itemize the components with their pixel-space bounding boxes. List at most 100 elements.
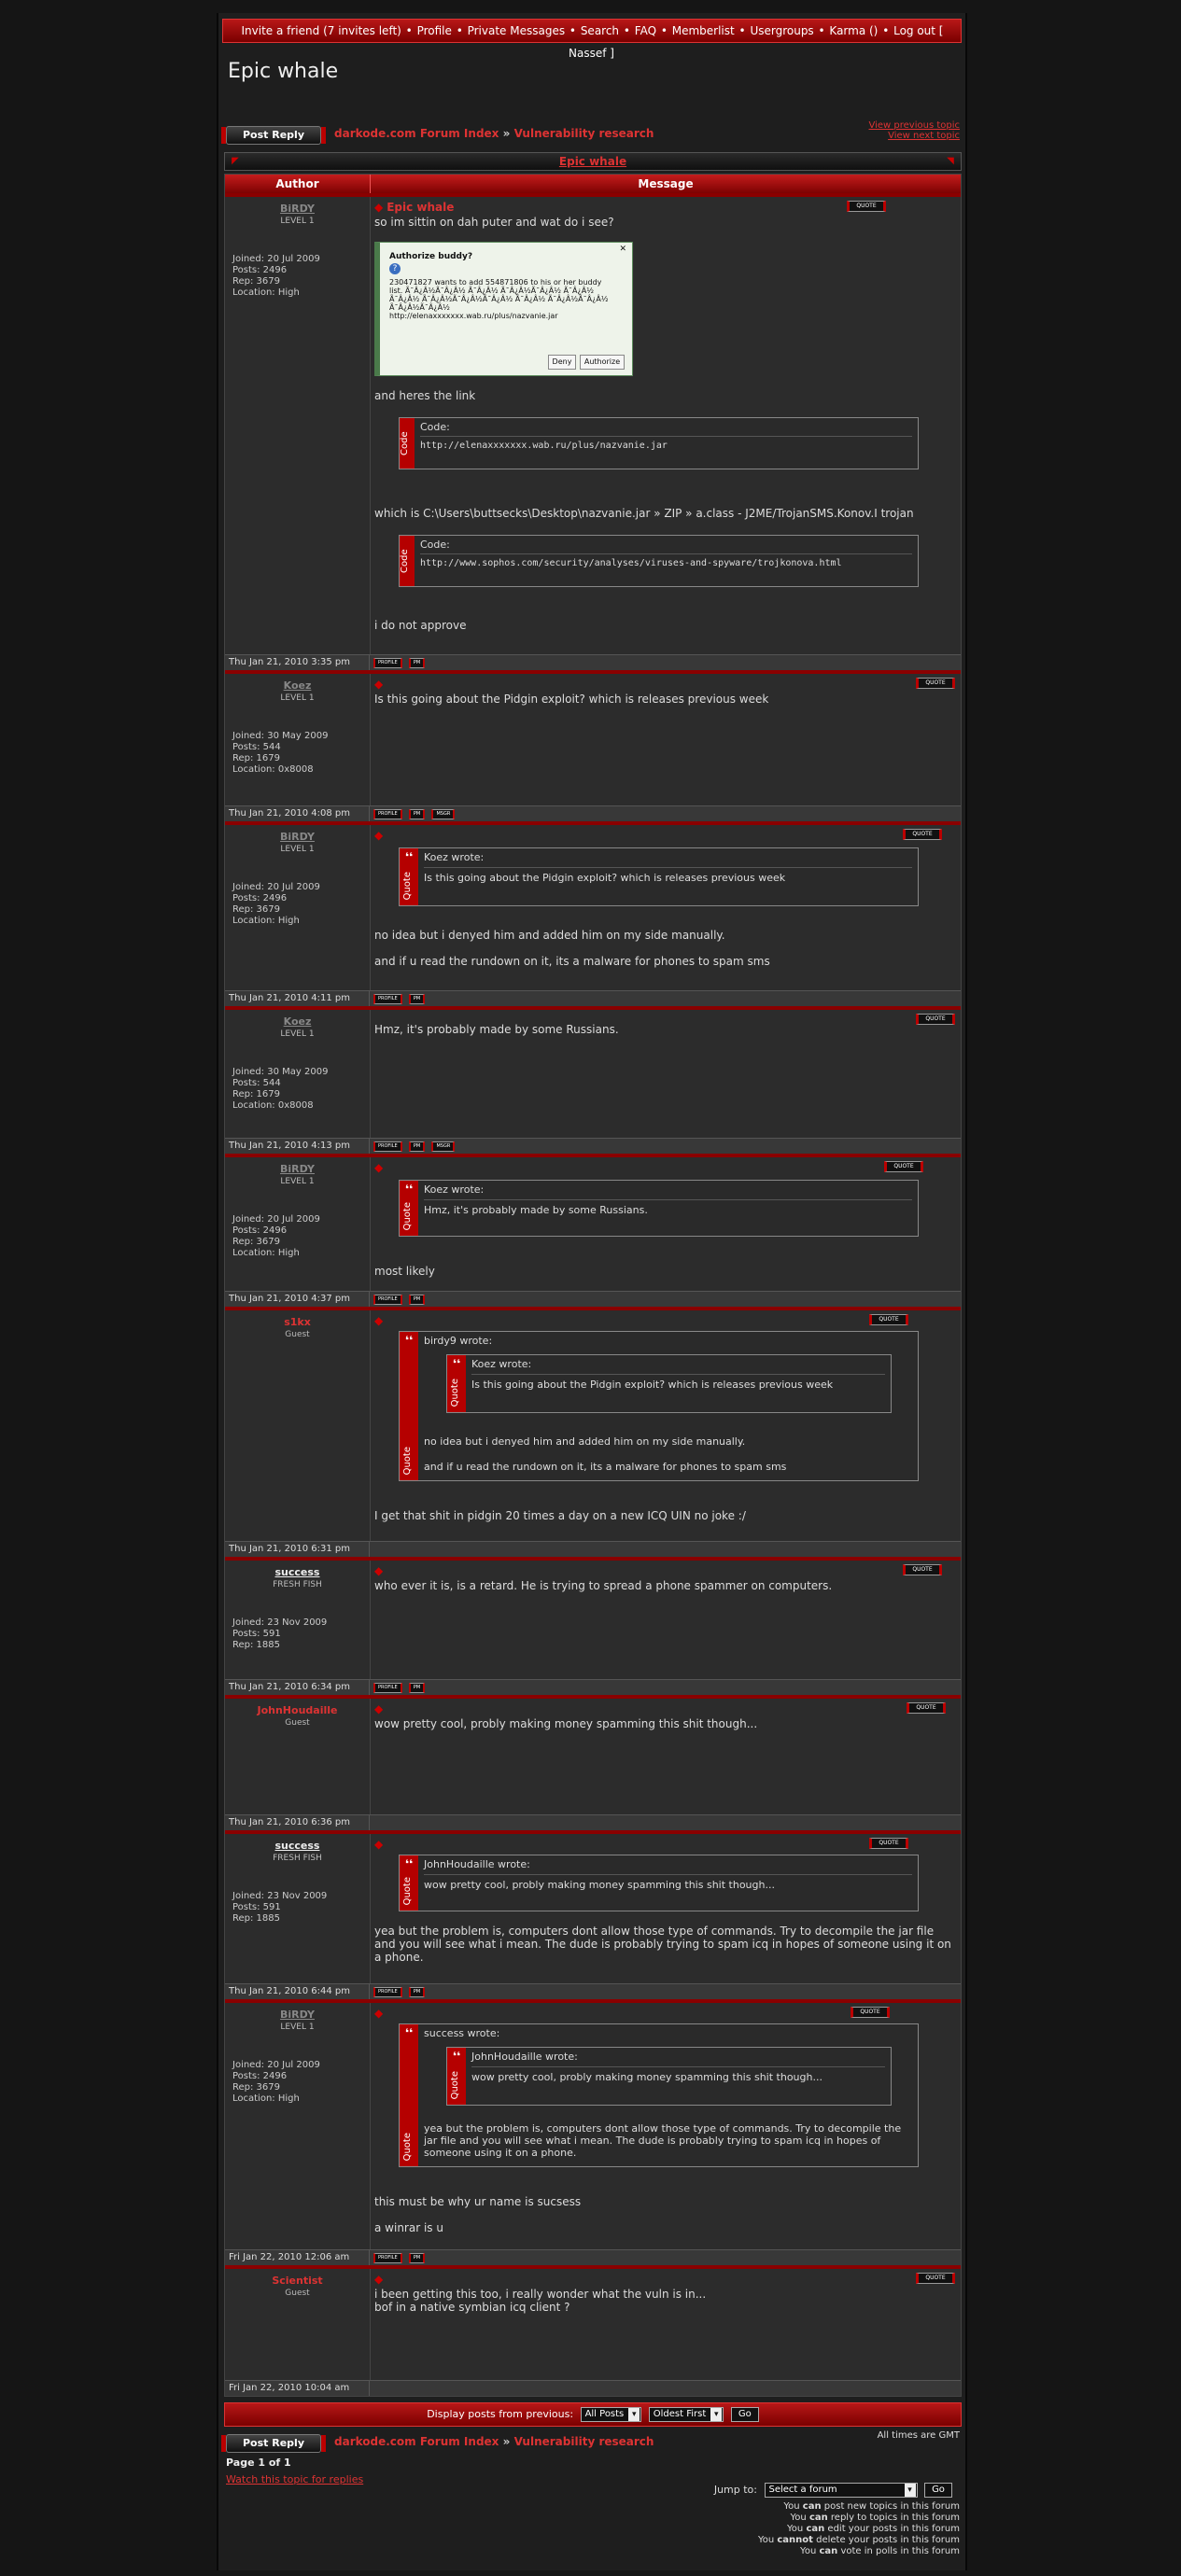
next-topic-link[interactable]: View next topic <box>868 131 960 141</box>
author-name[interactable]: BiRDY <box>225 831 370 843</box>
author-rep: Rep: 1679 <box>232 1089 280 1099</box>
display-options-bar: Display posts from previous: All Posts O… <box>224 2402 962 2427</box>
profile-button[interactable]: PROFILE <box>373 809 402 819</box>
author-rank: FRESH FISH <box>273 1580 322 1589</box>
quote-button[interactable]: QUOTE <box>869 1838 908 1849</box>
question-icon: ? <box>389 263 401 274</box>
quote-button[interactable]: QUOTE <box>903 829 942 840</box>
breadcrumb-separator: » <box>502 127 511 140</box>
breadcrumb-forum-index[interactable]: darkode.com Forum Index <box>334 127 499 140</box>
pm-button[interactable]: PM <box>408 1141 426 1152</box>
author-rep: Rep: 1679 <box>232 753 280 763</box>
post: BiRDY LEVEL 1 Joined: 20 Jul 2009 Posts:… <box>225 193 961 670</box>
quote-button[interactable]: QUOTE <box>916 2273 955 2284</box>
pm-button[interactable]: PM <box>408 1987 426 1997</box>
profile-button[interactable]: PROFILE <box>373 1295 402 1305</box>
quote-block: ❛❛ Quote success wrote: ❛❛ Quote JohnHouda… <box>399 2023 919 2167</box>
quote-side-label: Quote <box>402 1201 413 1230</box>
breadcrumb-section[interactable]: Vulnerability research <box>514 127 654 140</box>
post: BiRDY LEVEL 1 Joined: 20 Jul 2009 Posts:… <box>225 1999 961 2265</box>
author-name[interactable]: BiRDY <box>225 1163 370 1175</box>
corner-arrow-icon: ◤ <box>232 156 239 166</box>
pm-button[interactable]: PM <box>408 1683 426 1693</box>
days-select[interactable]: All Posts <box>580 2407 642 2422</box>
quote-button[interactable]: QUOTE <box>847 201 886 212</box>
author-name[interactable]: BiRDY <box>225 203 370 215</box>
profile-button[interactable]: PROFILE <box>373 1141 402 1152</box>
profile-button[interactable]: PROFILE <box>373 994 402 1004</box>
quote-side-label: Quote <box>402 871 413 900</box>
pm-button[interactable]: PM <box>408 1295 426 1305</box>
nav-pm[interactable]: Private Messages <box>468 24 566 37</box>
quote-button[interactable]: QUOTE <box>907 1702 946 1714</box>
nav-memberlist[interactable]: Memberlist <box>672 24 735 37</box>
author-name[interactable]: success <box>225 1840 370 1852</box>
author-stats: Joined: 23 Nov 2009 Posts: 591 Rep: 1885 <box>232 1891 370 1925</box>
post-arrow-icon: ◆ <box>374 1564 384 1577</box>
pm-button[interactable]: PM <box>408 2253 426 2263</box>
nav-usergroups[interactable]: Usergroups <box>750 24 813 37</box>
pm-button[interactable]: PM <box>408 658 426 668</box>
quote-button[interactable]: QUOTE <box>884 1161 923 1172</box>
quote-button[interactable]: QUOTE <box>916 678 955 689</box>
nav-profile[interactable]: Profile <box>417 24 452 37</box>
post-text: most likely <box>374 1265 435 1278</box>
quote-button[interactable]: QUOTE <box>903 1564 942 1575</box>
post-reply-button[interactable]: Post Reply <box>221 126 326 145</box>
post-body: QUOTE ◆ ❛❛ Quote JohnHoudaille wrote: wow… <box>371 1834 961 1983</box>
lower-section: Page 1 of 1 Watch this topic for replies… <box>218 2455 965 2576</box>
post-author: JohnHoudaille Guest <box>225 1699 371 1814</box>
author-stats: Joined: 20 Jul 2009 Posts: 2496 Rep: 367… <box>232 882 370 927</box>
display-label: Display posts from previous: <box>427 2408 574 2420</box>
breadcrumb-section[interactable]: Vulnerability research <box>514 2435 654 2448</box>
author-name[interactable]: s1kx <box>225 1316 370 1328</box>
sort-order-select[interactable]: Oldest First <box>648 2407 724 2422</box>
go-button[interactable]: Go <box>730 2407 759 2422</box>
post-author: Scientist Guest <box>225 2269 371 2380</box>
msgr-button[interactable]: MSGR <box>431 1141 456 1152</box>
nav-karma[interactable]: Karma () <box>829 24 878 37</box>
post-footer: Fri Jan 22, 2010 10:04 am <box>225 2380 961 2396</box>
post-arrow-icon: ◆ <box>374 2273 384 2286</box>
author-posts: Posts: 591 <box>232 1902 281 1912</box>
quote-button[interactable]: QUOTE <box>851 2007 890 2018</box>
profile-button[interactable]: PROFILE <box>373 2253 402 2263</box>
author-rep: Rep: 1885 <box>232 1640 280 1650</box>
post-reply-button[interactable]: Post Reply <box>221 2434 326 2453</box>
quote-author: birdy9 wrote: <box>424 1335 493 1347</box>
post-text: which is C:\Users\buttsecks\Desktop\nazv… <box>374 507 914 520</box>
pm-button[interactable]: PM <box>408 994 426 1004</box>
breadcrumb: darkode.com Forum Index » Vulnerability … <box>334 2435 654 2448</box>
watch-topic-link[interactable]: Watch this topic for replies <box>226 2473 363 2485</box>
topic-title-link[interactable]: Epic whale <box>559 155 626 168</box>
quote-button[interactable]: QUOTE <box>869 1314 908 1325</box>
author-name[interactable]: Koez <box>225 679 370 692</box>
jump-go-button[interactable]: Go <box>924 2483 952 2498</box>
profile-button[interactable]: PROFILE <box>373 1987 402 1997</box>
author-name[interactable]: Koez <box>225 1015 370 1028</box>
author-posts: Posts: 2496 <box>232 265 288 275</box>
author-name[interactable]: BiRDY <box>225 2009 370 2021</box>
profile-button[interactable]: PROFILE <box>373 658 402 668</box>
author-posts: Posts: 544 <box>232 742 281 752</box>
forum-select[interactable]: Select a forum <box>764 2483 918 2498</box>
column-header: Author Message <box>225 175 961 193</box>
msgr-button[interactable]: MSGR <box>431 809 456 819</box>
author-joined: Joined: 20 Jul 2009 <box>232 2060 320 2070</box>
author-rank: LEVEL 1 <box>280 693 315 703</box>
previous-topic-link[interactable]: View previous topic <box>868 120 960 131</box>
permission-line: You can edit your posts in this forum <box>787 2524 960 2534</box>
author-name[interactable]: JohnHoudaille <box>225 1704 370 1716</box>
profile-button[interactable]: PROFILE <box>373 1683 402 1693</box>
author-name[interactable]: success <box>225 1566 370 1578</box>
pm-button[interactable]: PM <box>408 809 426 819</box>
nav-search[interactable]: Search <box>581 24 619 37</box>
quote-button[interactable]: QUOTE <box>916 1014 955 1025</box>
breadcrumb-forum-index[interactable]: darkode.com Forum Index <box>334 2435 499 2448</box>
nav-faq[interactable]: FAQ <box>635 24 656 37</box>
code-content: http://elenaxxxxxxx.wab.ru/plus/nazvanie… <box>420 441 668 451</box>
nav-invite[interactable]: Invite a friend (7 invites left) <box>242 24 401 37</box>
author-name[interactable]: Scientist <box>225 2275 370 2287</box>
corner-arrow-icon: ◥ <box>947 156 954 166</box>
quote-text: Hmz, it's probably made by some Russians… <box>424 1204 648 1216</box>
